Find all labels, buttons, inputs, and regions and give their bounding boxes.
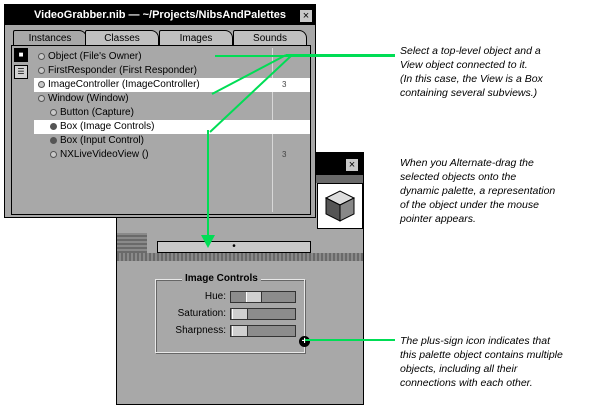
close-button[interactable]: × bbox=[299, 9, 313, 23]
connection-count: 3 bbox=[282, 150, 287, 159]
object-name: Box (Input Control) bbox=[60, 135, 144, 146]
slider-label: Saturation: bbox=[177, 308, 226, 319]
outline-view-icon[interactable]: ☰ bbox=[14, 65, 28, 79]
annotation-select: Select a top-level object and a View obje… bbox=[400, 44, 543, 100]
nib-window: VideoGrabber.nib — ~/Projects/NibsAndPal… bbox=[4, 4, 316, 218]
tab-classes[interactable]: Classes bbox=[85, 30, 159, 46]
slider-track[interactable] bbox=[230, 325, 296, 337]
slider-knob[interactable] bbox=[246, 292, 262, 302]
slider-label: Sharpness: bbox=[175, 325, 226, 336]
slider-label: Hue: bbox=[204, 291, 226, 302]
annotation-alternate-drag: When you Alternate-drag the selected obje… bbox=[400, 156, 555, 226]
tab-images[interactable]: Images bbox=[159, 30, 233, 46]
annotation-line: The plus-sign icon indicates that bbox=[400, 335, 550, 347]
object-row[interactable]: Button (Capture) bbox=[34, 106, 310, 120]
object-dot-icon bbox=[38, 81, 45, 88]
view-mode-buttons: ■ ☰ bbox=[14, 48, 28, 82]
annotation-line: of the object under the mouse bbox=[400, 199, 539, 211]
annotation-line: (In this case, the View is a Box bbox=[400, 73, 543, 85]
object-name: NXLiveVideoView () bbox=[60, 149, 149, 160]
object-dot-icon bbox=[50, 109, 57, 116]
annotation-line: Select a top-level object and a bbox=[400, 45, 541, 57]
object-name: Window (Window) bbox=[48, 93, 129, 104]
palette-button[interactable]: • bbox=[157, 241, 311, 253]
object-dot-icon bbox=[50, 151, 57, 158]
annotation-line: this palette object contains multiple bbox=[400, 349, 563, 361]
object-row[interactable]: Box (Image Controls) bbox=[34, 120, 310, 134]
object-dot-icon bbox=[50, 137, 57, 144]
object-dot-icon bbox=[38, 53, 45, 60]
box-title: Image Controls bbox=[182, 273, 261, 284]
tab-instances[interactable]: Instances bbox=[13, 30, 87, 46]
slider-knob[interactable] bbox=[232, 309, 248, 319]
window-title[interactable]: VideoGrabber.nib — ~/Projects/NibsAndPal… bbox=[5, 5, 315, 25]
annotation-line: objects, including all their bbox=[400, 363, 518, 375]
object-name: ImageController (ImageController) bbox=[48, 79, 200, 90]
object-name: FirstResponder (First Responder) bbox=[48, 65, 197, 76]
annotation-plus-sign: The plus-sign icon indicates that this pa… bbox=[400, 334, 563, 390]
annotation-line: containing several subviews.) bbox=[400, 87, 538, 99]
slider-track[interactable] bbox=[230, 308, 296, 320]
object-name: Box (Image Controls) bbox=[60, 121, 155, 132]
object-row[interactable]: ImageController (ImageController) 3 bbox=[34, 78, 310, 92]
object-name: Button (Capture) bbox=[60, 107, 134, 118]
slider-knob[interactable] bbox=[232, 326, 248, 336]
annotation-line: View object connected to it. bbox=[400, 59, 528, 71]
object-row[interactable]: Window (Window) bbox=[34, 92, 310, 106]
annotation-line: connections with each other. bbox=[400, 377, 533, 389]
object-dot-icon bbox=[38, 95, 45, 102]
callout-line bbox=[215, 55, 395, 57]
object-outline: Object (File's Owner) FirstResponder (Fir… bbox=[34, 48, 310, 212]
object-dot-icon bbox=[50, 123, 57, 130]
connection-count: 3 bbox=[282, 80, 287, 89]
tab-sounds[interactable]: Sounds bbox=[233, 30, 307, 46]
annotation-line: dynamic palette, a representation bbox=[400, 185, 556, 197]
object-row[interactable]: FirstResponder (First Responder) bbox=[34, 64, 310, 78]
object-name: Object (File's Owner) bbox=[48, 51, 142, 62]
annotation-line: When you Alternate-drag the bbox=[400, 157, 534, 169]
slider-track[interactable] bbox=[230, 291, 296, 303]
plus-sign-icon: + bbox=[299, 336, 310, 347]
object-dot-icon bbox=[38, 67, 45, 74]
palette-shelf bbox=[117, 253, 363, 261]
object-row[interactable]: Box (Input Control) bbox=[34, 134, 310, 148]
annotation-line: pointer appears. bbox=[400, 213, 476, 225]
image-controls-box[interactable]: Image Controls Hue: Saturation: Sharpness: bbox=[155, 273, 305, 353]
icon-view-icon[interactable]: ■ bbox=[14, 48, 28, 62]
object-row[interactable]: NXLiveVideoView () 3 bbox=[34, 148, 310, 162]
cube-icon[interactable] bbox=[317, 183, 363, 229]
instances-view: ■ ☰ Object (File's Owner) FirstResponder … bbox=[11, 45, 311, 215]
annotation-line: selected objects onto the bbox=[400, 171, 517, 183]
palette-close-button[interactable]: × bbox=[345, 158, 359, 172]
object-row[interactable]: Object (File's Owner) bbox=[34, 50, 310, 64]
